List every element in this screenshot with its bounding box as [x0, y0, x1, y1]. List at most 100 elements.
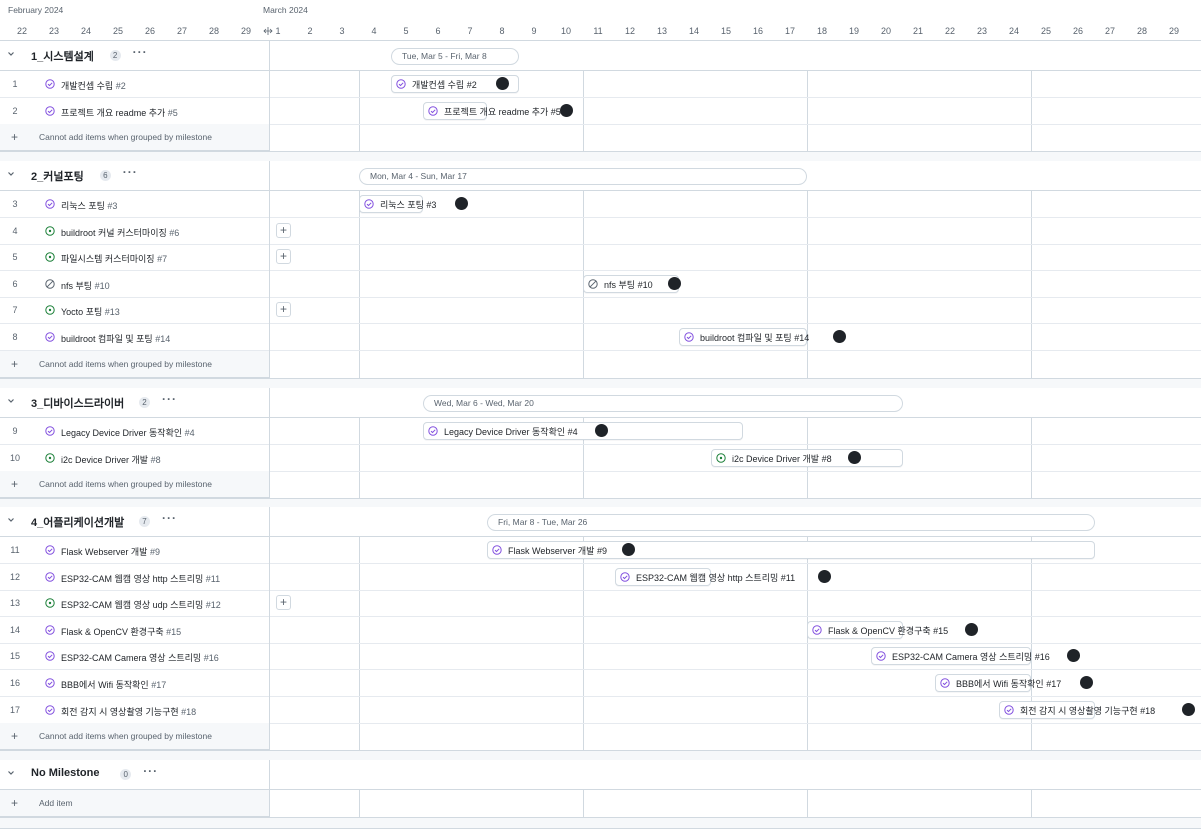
- timeline-day-label: 20: [880, 26, 891, 36]
- assignee-avatar[interactable]: [848, 450, 861, 464]
- table-row[interactable]: 10 i2c Device Driver 개발 #8: [0, 445, 1201, 472]
- issue-title[interactable]: nfs 부팅 #10: [61, 279, 110, 292]
- issue-title[interactable]: 프로젝트 개요 readme 추가 #5: [61, 106, 178, 119]
- add-item-row[interactable]: + Cannot add items when grouped by milest…: [0, 350, 269, 378]
- row-number: 12: [9, 571, 20, 582]
- milestone-name[interactable]: 1_시스템설계: [31, 48, 94, 64]
- timeline-item-bar[interactable]: ESP32-CAM 웹캠 영상 http 스트리밍 #11: [615, 567, 795, 586]
- issue-title[interactable]: Flask Webserver 개발 #9: [61, 545, 160, 558]
- timeline-item-bar[interactable]: Flask & OpenCV 환경구축 #15: [807, 620, 948, 639]
- milestone-name[interactable]: 2_커널포팅: [31, 168, 84, 184]
- timeline-item-bar[interactable]: buildroot 컴파일 및 포팅 #14: [679, 328, 809, 346]
- issue-title[interactable]: BBB에서 Wifi 동작확인 #17: [61, 678, 166, 691]
- issue-title[interactable]: ESP32-CAM 웹캠 영상 http 스트리밍 #11: [61, 572, 220, 585]
- timeline-item-bar[interactable]: 프로젝트 개요 readme 추가 #5: [423, 101, 561, 120]
- timeline-day-label: 5: [403, 26, 409, 36]
- timeline-day-label: 26: [1072, 26, 1083, 36]
- assignee-avatar[interactable]: [595, 424, 608, 437]
- add-date-button[interactable]: +: [276, 222, 291, 238]
- table-row[interactable]: 2 프로젝트 개요 readme 추가 #5: [0, 98, 1201, 125]
- milestone-date-range[interactable]: Tue, Mar 5 - Fri, Mar 8: [391, 48, 519, 65]
- milestone-date-range[interactable]: Fri, Mar 8 - Tue, Mar 26: [487, 514, 1095, 531]
- timeline-item-title: i2c Device Driver 개발 #8: [732, 452, 832, 465]
- timeline-item-bar[interactable]: BBB에서 Wifi 동작확인 #17: [935, 674, 1061, 692]
- chevron-down-icon[interactable]: [6, 515, 16, 525]
- assignee-avatar[interactable]: [965, 622, 978, 636]
- chevron-down-icon[interactable]: [6, 768, 16, 778]
- more-options-icon[interactable]: ···: [133, 45, 148, 59]
- table-row[interactable]: 4 buildroot 커널 커스터마이징 #6: [0, 218, 1201, 245]
- timeline-item-bar[interactable]: i2c Device Driver 개발 #8: [711, 448, 903, 467]
- more-options-icon[interactable]: ···: [162, 392, 177, 406]
- add-date-button[interactable]: +: [276, 595, 291, 611]
- issue-title[interactable]: Flask & OpenCV 환경구축 #15: [61, 625, 181, 638]
- add-date-button[interactable]: +: [276, 302, 291, 318]
- chevron-down-icon[interactable]: [6, 396, 16, 406]
- left-column-border: [269, 161, 270, 190]
- issue-title[interactable]: Legacy Device Driver 동작확인 #4: [61, 426, 195, 439]
- chevron-down-icon[interactable]: [6, 49, 16, 59]
- milestone-name[interactable]: No Milestone: [31, 767, 99, 779]
- assignee-avatar[interactable]: [496, 77, 509, 90]
- timeline-item-title-text: Flask & OpenCV 환경구축: [828, 625, 931, 636]
- milestone-date-range[interactable]: Wed, Mar 6 - Wed, Mar 20: [423, 395, 903, 412]
- more-options-icon[interactable]: ···: [162, 511, 177, 525]
- add-item-row[interactable]: + Cannot add items when grouped by milest…: [0, 124, 269, 152]
- assignee-avatar[interactable]: [455, 197, 468, 210]
- issue-title[interactable]: 개발컨셉 수립 #2: [61, 79, 126, 92]
- table-row[interactable]: 5 파일시스템 커스터마이징 #7: [0, 244, 1201, 272]
- add-item-row[interactable]: + Add item: [0, 790, 269, 817]
- assignee-avatar[interactable]: [622, 543, 635, 556]
- assignee-avatar[interactable]: [1080, 676, 1093, 689]
- plus-icon: +: [11, 130, 19, 145]
- assignee-avatar[interactable]: [560, 103, 573, 117]
- timeline-item-bar[interactable]: 리눅스 포팅 #3: [359, 195, 436, 213]
- milestone-name[interactable]: 3_디바이스드라이버: [31, 395, 124, 411]
- assignee-avatar[interactable]: [1182, 702, 1195, 716]
- chevron-down-icon[interactable]: [6, 169, 16, 179]
- add-date-button[interactable]: +: [276, 249, 291, 265]
- more-options-icon[interactable]: ···: [123, 165, 138, 179]
- timeline-item-bar[interactable]: 회전 감지 시 영상촬영 기능구현 #18: [999, 700, 1155, 719]
- timeline-item-bar[interactable]: Flask Webserver 개발 #9: [487, 541, 1095, 559]
- milestone-item-count: 6: [99, 170, 111, 181]
- assignee-avatar[interactable]: [833, 330, 846, 343]
- timeline-item-bar[interactable]: ESP32-CAM Camera 영상 스트리밍 #16: [871, 647, 1050, 666]
- issue-open-icon: [45, 252, 55, 262]
- issue-done-icon: [396, 79, 406, 89]
- left-column-border: [269, 97, 270, 125]
- issue-title[interactable]: buildroot 컴파일 및 포팅 #14: [61, 332, 170, 345]
- timeline-item-bar[interactable]: Legacy Device Driver 동작확인 #4: [423, 422, 743, 440]
- table-row[interactable]: 1 개발컨셉 수립 #2: [0, 71, 1201, 98]
- timeline-item-bar[interactable]: nfs 부팅 #10: [583, 274, 679, 293]
- issue-title[interactable]: Yocto 포팅 #13: [61, 305, 120, 318]
- issue-title[interactable]: 파일시스템 커스터마이징 #7: [61, 252, 167, 265]
- assignee-avatar[interactable]: [818, 569, 831, 583]
- add-item-row[interactable]: + Cannot add items when grouped by milest…: [0, 471, 269, 499]
- issue-title[interactable]: ESP32-CAM 웹캠 영상 udp 스트리밍 #12: [61, 598, 221, 611]
- milestone-item-count: 0: [120, 769, 132, 780]
- table-row[interactable]: 12 ESP32-CAM 웹캠 영상 http 스트리밍 #11: [0, 564, 1201, 591]
- add-item-row[interactable]: + Cannot add items when grouped by milest…: [0, 723, 269, 751]
- table-row[interactable]: 8 buildroot 컴파일 및 포팅 #14: [0, 324, 1201, 351]
- milestone-date-range[interactable]: Mon, Mar 4 - Sun, Mar 17: [359, 168, 807, 185]
- milestone-group-header: 1_시스템설계 2 ···: [0, 41, 1201, 71]
- table-row[interactable]: 7 Yocto 포팅 #13: [0, 297, 1201, 325]
- issue-title[interactable]: buildroot 커널 커스터마이징 #6: [61, 226, 179, 239]
- more-options-icon[interactable]: ···: [143, 764, 158, 778]
- timeline-month-label: February 2024: [8, 5, 64, 15]
- issue-title[interactable]: 회전 감지 시 영상촬영 기능구현 #18: [61, 705, 196, 718]
- milestone-name[interactable]: 4_어플리케이션개발: [31, 514, 124, 530]
- table-row[interactable]: 14 Flask & OpenCV 환경구축 #15: [0, 617, 1201, 644]
- issue-title[interactable]: 리눅스 포팅 #3: [61, 199, 117, 212]
- issue-title[interactable]: i2c Device Driver 개발 #8: [61, 453, 161, 466]
- table-row[interactable]: 3 리눅스 포팅 #3: [0, 191, 1201, 218]
- issue-title[interactable]: ESP32-CAM Camera 영상 스트리밍 #16: [61, 651, 219, 664]
- table-row[interactable]: 13 ESP32-CAM 웹캠 영상 udp 스트리밍 #12: [0, 590, 1201, 618]
- assignee-avatar[interactable]: [668, 276, 681, 290]
- column-resize-handle-icon[interactable]: [263, 26, 273, 36]
- issue-open-icon: [45, 452, 55, 463]
- timeline-item-title: 개발컨셉 수립 #2: [412, 78, 477, 91]
- issue-title-text: 프로젝트 개요 readme 추가: [61, 107, 166, 118]
- timeline-day-label: 28: [1136, 26, 1147, 36]
